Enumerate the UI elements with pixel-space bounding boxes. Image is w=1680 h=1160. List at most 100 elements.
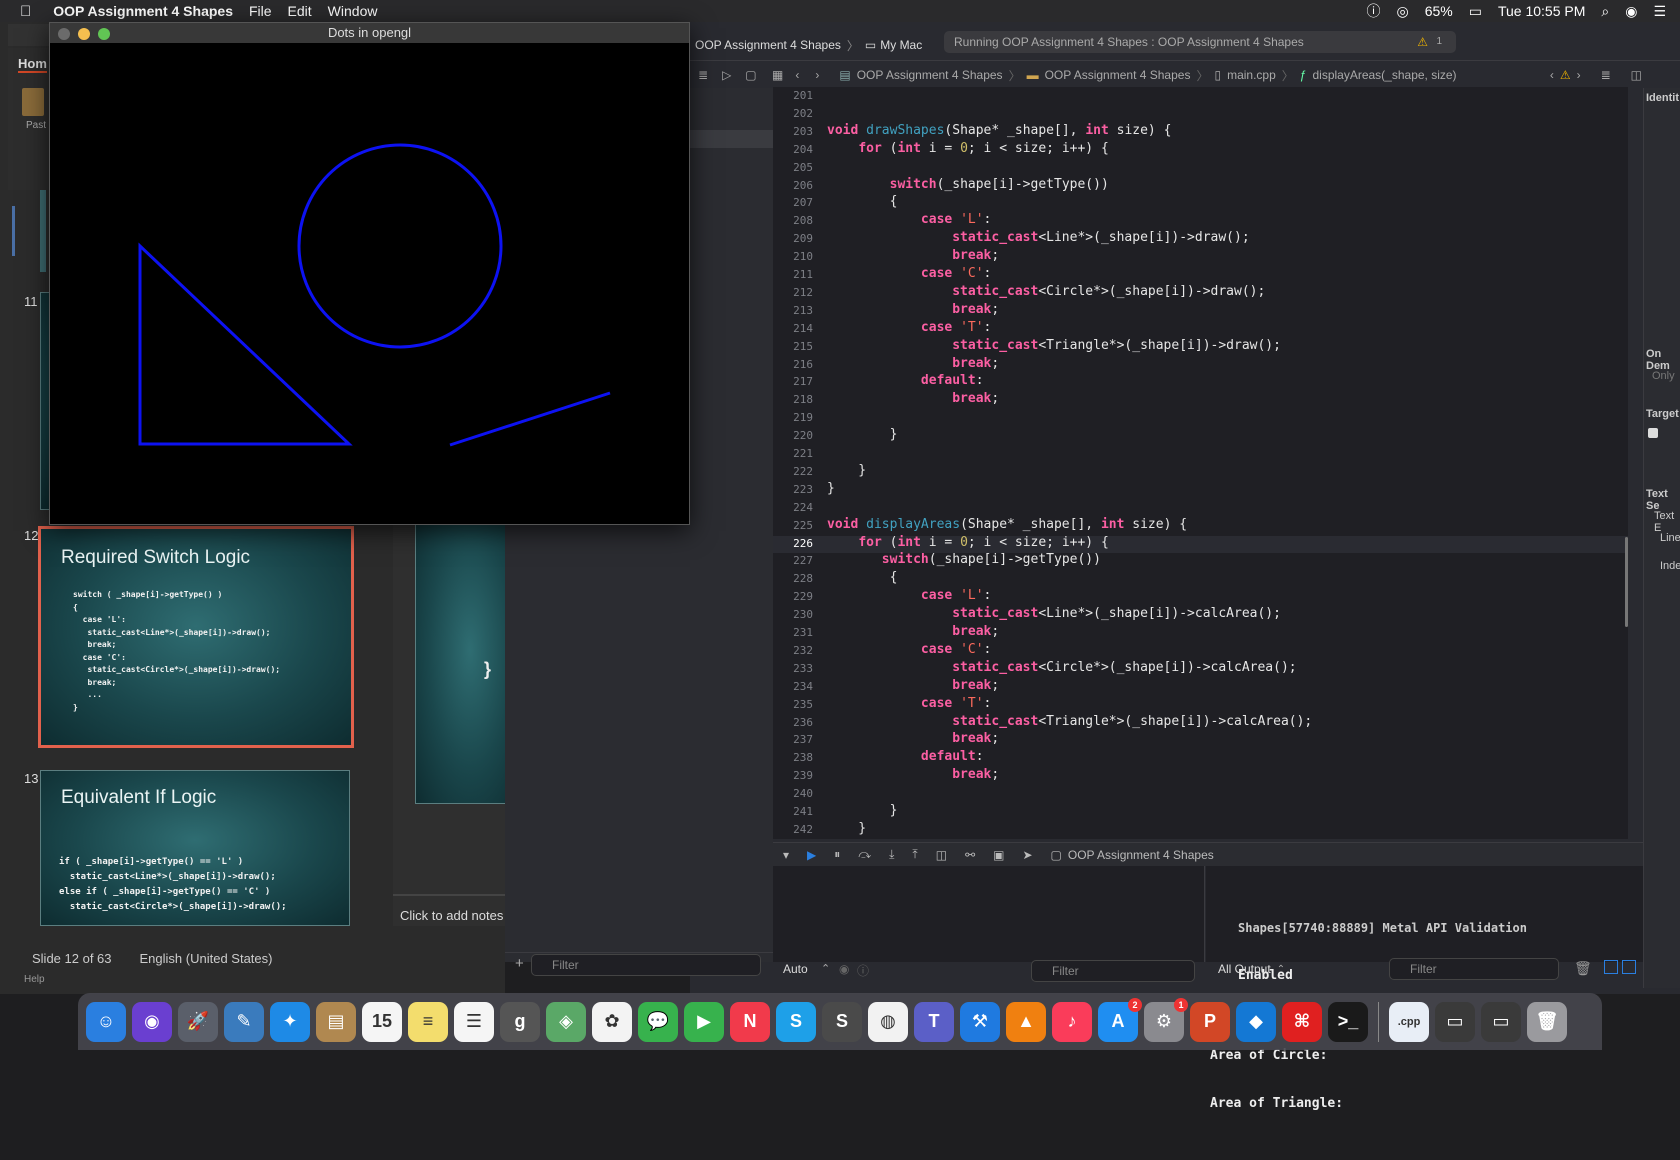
breadcrumb-project[interactable]: OOP Assignment 4 Shapes	[857, 68, 1003, 82]
grammarly-icon[interactable]: g	[500, 1001, 540, 1042]
screenshot1-icon[interactable]: ▭	[1435, 1001, 1475, 1042]
notes-placeholder[interactable]: Click to add notes	[400, 908, 503, 923]
code-line[interactable]: }	[827, 803, 898, 818]
source-editor[interactable]: 201 202 203 void drawShapes(Shape* _shape[]…	[773, 87, 1628, 839]
view-debugger-icon[interactable]: ◫	[936, 848, 947, 862]
inspector-only[interactable]: Only	[1652, 370, 1675, 382]
memory-graph-icon[interactable]: ⚯	[965, 848, 975, 862]
code-line[interactable]: break;	[827, 356, 999, 371]
notebook-icon[interactable]: ▤	[316, 1001, 356, 1042]
add-icon[interactable]: +	[515, 955, 524, 972]
code-line[interactable]: }	[827, 427, 898, 442]
code-line[interactable]: case 'C':	[827, 642, 991, 657]
settings-icon[interactable]: ⚙ 1	[1144, 997, 1188, 1042]
chrome-icon[interactable]: ◍	[868, 1001, 908, 1042]
minimize-button[interactable]	[78, 28, 90, 40]
screenshot2-icon[interactable]: ▭	[1481, 1001, 1521, 1042]
code-line[interactable]: break;	[827, 767, 999, 782]
reminders-icon[interactable]: ☰	[454, 1001, 494, 1042]
trash-icon[interactable]: 🗑	[1574, 960, 1592, 977]
trash-icon[interactable]: 🗑	[1527, 1001, 1567, 1042]
code-line[interactable]: void drawShapes(Shape* _shape[], int siz…	[827, 123, 1171, 138]
code-line[interactable]: break;	[827, 624, 999, 639]
breadcrumb-file[interactable]: main.cpp	[1227, 68, 1276, 82]
destination-selector[interactable]: My Mac	[880, 38, 922, 52]
opengl-window[interactable]: Dots in opengl	[49, 22, 690, 525]
editor-options-icon[interactable]: ≣	[1601, 68, 1611, 82]
powerpoint-icon[interactable]: P	[1190, 1001, 1230, 1042]
pause-icon[interactable]: ⏸	[834, 847, 840, 862]
code-line[interactable]: case 'T':	[827, 696, 991, 711]
vpn-icon[interactable]: ◆	[1236, 1001, 1276, 1042]
code-line[interactable]: break;	[827, 248, 999, 263]
facetime-icon[interactable]: ▶	[684, 1001, 724, 1042]
vars-scope-chevron-icon[interactable]: ⌃	[821, 962, 830, 975]
app-menu[interactable]: OOP Assignment 4 Shapes	[53, 3, 233, 19]
prev-issue-icon[interactable]: ‹	[1550, 68, 1554, 82]
maps-icon[interactable]: ◈	[546, 1001, 586, 1042]
back-arrow-icon[interactable]: ‹	[795, 68, 799, 82]
slide-thumbnail-12[interactable]: Required Switch Logic switch ( _shape[i]…	[38, 526, 354, 748]
step-out-icon[interactable]: ⤒	[912, 847, 917, 862]
close-button[interactable]	[58, 28, 70, 40]
code-line[interactable]: static_cast<Circle*>(_shape[i])->calcAre…	[827, 660, 1296, 675]
breadcrumb-folder[interactable]: OOP Assignment 4 Shapes	[1045, 68, 1191, 82]
info-icon[interactable]: ⓘ	[1366, 1, 1380, 21]
hide-debug-icon[interactable]: ▾	[783, 848, 789, 862]
navigator-filter-input[interactable]: Filter	[531, 954, 761, 976]
clock[interactable]: Tue 10:55 PM	[1498, 3, 1585, 19]
environment-icon[interactable]: ▣	[993, 848, 1004, 862]
messages-icon[interactable]: 💬	[638, 1001, 678, 1042]
opengl-titlebar[interactable]: Dots in opengl	[50, 23, 689, 43]
teams-icon[interactable]: T	[914, 1001, 954, 1042]
code-line[interactable]: break;	[827, 731, 999, 746]
preview-icon[interactable]: ✎	[224, 1001, 264, 1042]
finder-icon[interactable]: ☺	[86, 1001, 126, 1042]
code-line[interactable]: case 'L':	[827, 588, 991, 603]
target-checkbox[interactable]	[1648, 428, 1658, 438]
code-line[interactable]: for (int i = 0; i < size; i++) {	[827, 141, 1108, 156]
tab-home[interactable]: Hom	[18, 56, 47, 73]
code-line[interactable]: break;	[827, 302, 999, 317]
code-line[interactable]: static_cast<Triangle*>(_shape[i])->draw(…	[827, 338, 1281, 353]
tag-icon[interactable]: ▷	[722, 68, 731, 82]
split-right-icon[interactable]	[1622, 960, 1636, 974]
language-indicator[interactable]: English (United States)	[140, 951, 273, 966]
code-line[interactable]: switch(_shape[i]->getType())	[827, 552, 1101, 567]
editor-scrollbar[interactable]	[1625, 537, 1628, 627]
apple-menu-icon[interactable]: 	[20, 3, 31, 20]
code-line[interactable]: break;	[827, 678, 999, 693]
code-line[interactable]: {	[827, 194, 898, 209]
add-editor-icon[interactable]: ◫	[1631, 68, 1642, 82]
vlc-icon[interactable]: ▲	[1006, 1001, 1046, 1042]
notes-icon[interactable]: ≡	[408, 1001, 448, 1042]
help-label[interactable]: Help	[24, 974, 45, 985]
news-icon[interactable]: N	[730, 1001, 770, 1042]
vars-scope-selector[interactable]: Auto	[783, 962, 808, 976]
calendar-icon[interactable]: 15	[362, 1001, 402, 1042]
launchpad-icon[interactable]: 🚀	[178, 1001, 218, 1042]
grid-icon[interactable]: ▦	[772, 68, 783, 82]
menu-window[interactable]: Window	[328, 3, 378, 19]
code-line[interactable]: static_cast<Line*>(_shape[i])->calcArea(…	[827, 606, 1281, 621]
battery-percent[interactable]: 65%	[1425, 3, 1453, 19]
next-issue-icon[interactable]: ›	[1577, 68, 1581, 82]
code-line[interactable]: default:	[827, 749, 984, 764]
code-line[interactable]: switch(_shape[i]->getType())	[827, 177, 1109, 192]
code-line[interactable]: case 'C':	[827, 266, 991, 281]
safari-icon[interactable]: ✦	[270, 1001, 310, 1042]
split-left-icon[interactable]	[1604, 960, 1618, 974]
warning-icon[interactable]: ⚠	[1417, 31, 1428, 53]
output-scope-selector[interactable]: All Output	[1218, 962, 1271, 976]
code-line[interactable]: for (int i = 0; i < size; i++) {	[827, 535, 1108, 550]
terminal-icon[interactable]: >_	[1328, 1001, 1368, 1042]
breadcrumb-symbol[interactable]: displayAreas(_shape, size)	[1312, 68, 1456, 82]
scheme-selector[interactable]: OOP Assignment 4 Shapes	[695, 38, 841, 52]
code-line[interactable]: case 'L':	[827, 212, 991, 227]
code-line[interactable]: static_cast<Circle*>(_shape[i])->draw();	[827, 284, 1265, 299]
info-icon[interactable]: ⓘ	[857, 962, 869, 979]
menu-edit[interactable]: Edit	[288, 3, 312, 19]
code-line[interactable]: break;	[827, 391, 999, 406]
zoom-button[interactable]	[98, 28, 110, 40]
step-in-icon[interactable]: ⤓	[889, 847, 894, 862]
